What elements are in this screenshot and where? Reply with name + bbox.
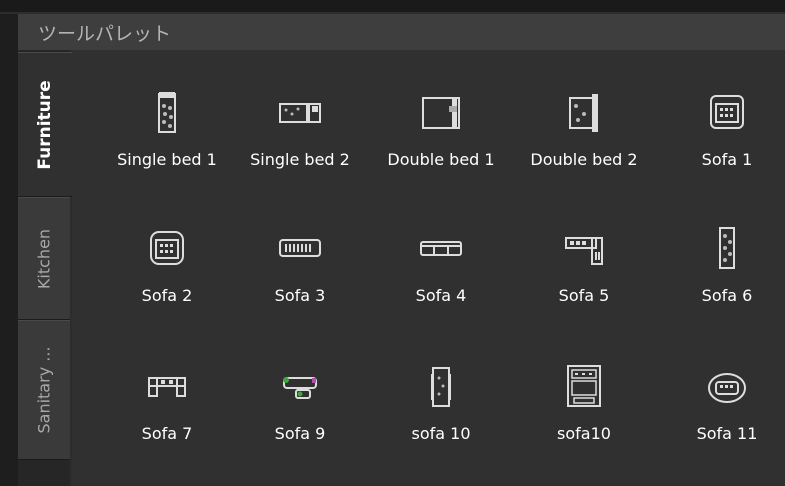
tool-item-label: Sofa 7: [141, 424, 193, 443]
tool-item[interactable]: Sofa 5: [514, 226, 654, 346]
tool-item-label: Sofa 4: [415, 286, 467, 305]
tool-item[interactable]: sofa10: [514, 364, 654, 484]
tool-item[interactable]: Single bed 2: [230, 90, 370, 210]
palette-title-bar[interactable]: ツールパレット: [18, 14, 785, 50]
tool-item-label: Single bed 1: [117, 150, 217, 169]
tool-item-label: Sofa 9: [274, 424, 326, 443]
tool-item[interactable]: Sofa 2: [97, 226, 237, 346]
tool-item[interactable]: Sofa 4: [371, 226, 511, 346]
tool-item-label: sofa10: [557, 424, 611, 443]
sofa10-icon: [567, 365, 601, 407]
sofa-3-icon: [279, 239, 321, 257]
palette-left-edge[interactable]: [0, 14, 18, 486]
tool-item[interactable]: Sofa 9: [230, 364, 370, 484]
tool-item-label: Sofa 1: [701, 150, 753, 169]
sofa-7-icon: [148, 377, 186, 397]
single-bed-icon: [158, 92, 176, 133]
tool-item[interactable]: Sofa 1: [657, 90, 785, 210]
sofa-10-icon: [431, 367, 451, 407]
tab-kitchen[interactable]: Kitchen: [18, 197, 70, 320]
tool-item[interactable]: Single bed 1: [97, 90, 237, 210]
tab-furniture-label: Furniture: [35, 79, 55, 170]
double-bed-icon: [422, 97, 460, 129]
tool-palette: ツールパレット Furniture Kitchen Sanitary ... S…: [0, 0, 785, 486]
tool-item[interactable]: Sofa 11: [657, 364, 785, 484]
tab-furniture[interactable]: Furniture: [18, 52, 72, 197]
sofa-4-icon: [420, 241, 462, 256]
tool-item[interactable]: Sofa 7: [97, 364, 237, 484]
tool-item-label: Sofa 3: [274, 286, 326, 305]
tool-item[interactable]: Sofa 3: [230, 226, 370, 346]
sofa-2-icon: [150, 231, 184, 265]
palette-title: ツールパレット: [38, 23, 172, 45]
tool-item[interactable]: Double bed 1: [371, 90, 511, 210]
single-bed-2-icon: [279, 103, 321, 123]
tab-kitchen-label: Kitchen: [34, 228, 54, 289]
tool-item-label: Sofa 5: [558, 286, 610, 305]
window-top-strip: [0, 0, 785, 12]
tool-item-label: Sofa 11: [696, 424, 758, 443]
tab-sanitary-label: Sanitary ...: [34, 346, 54, 434]
tool-item[interactable]: Sofa 6: [657, 226, 785, 346]
tool-item-label: sofa 10: [411, 424, 471, 443]
sofa-icon: [710, 95, 744, 129]
tool-item-label: Sofa 6: [701, 286, 753, 305]
tool-item-label: Double bed 1: [387, 150, 495, 169]
tool-item[interactable]: Double bed 2: [514, 90, 654, 210]
tool-item-label: Double bed 2: [530, 150, 638, 169]
tab-sanitary[interactable]: Sanitary ...: [18, 320, 70, 460]
tool-item-label: Sofa 2: [141, 286, 193, 305]
sofa-11-icon: [708, 373, 746, 403]
tool-item-label: Single bed 2: [250, 150, 350, 169]
sofa-9-icon: [283, 377, 317, 399]
sofa-6-icon: [719, 227, 735, 269]
sofa-5-icon: [565, 237, 603, 265]
tool-item[interactable]: sofa 10: [371, 364, 511, 484]
double-bed-2-icon: [569, 94, 598, 132]
